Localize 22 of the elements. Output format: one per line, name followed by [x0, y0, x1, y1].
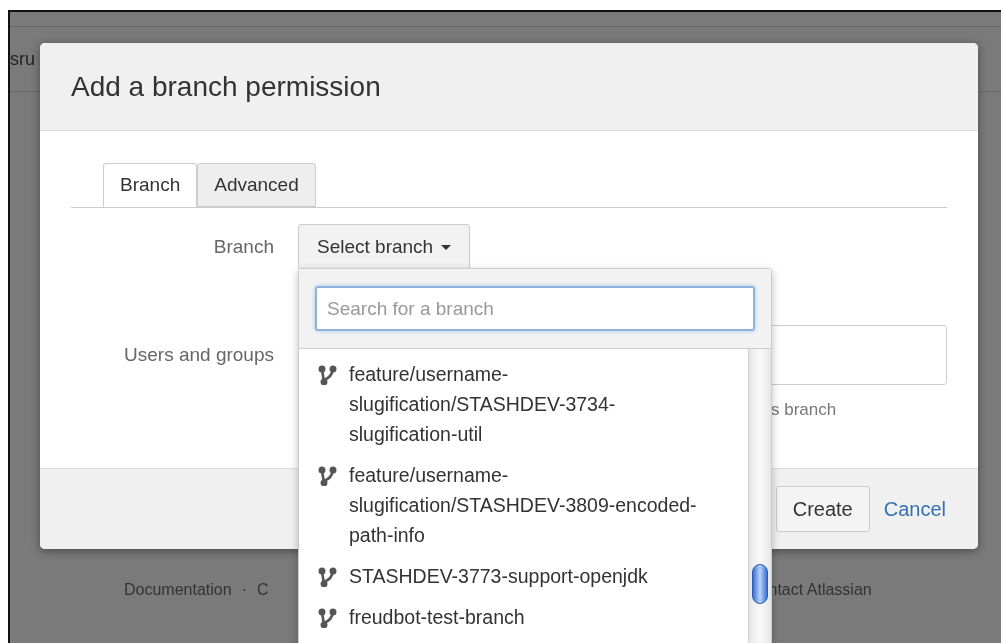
header-text: sru — [10, 48, 35, 70]
branch-icon — [317, 608, 337, 628]
branch-item[interactable]: STASHDEV-3773-support-openjdk — [317, 561, 748, 591]
branch-icon — [317, 365, 337, 385]
tab[interactable]: Advanced — [197, 163, 316, 207]
branch-item[interactable]: freudbot-test-branch — [317, 602, 748, 632]
field-label: Branch — [212, 236, 275, 258]
search-field[interactable]: Search for a branch — [315, 286, 755, 331]
scrollbar[interactable] — [748, 349, 771, 643]
create-button[interactable]: Create — [775, 486, 870, 532]
caret-icon — [441, 244, 452, 250]
branch-item[interactable]: feature/username-slugification/STASHDEV-3734-slugification-util — [317, 359, 748, 449]
branch-icon — [317, 567, 337, 587]
dialog-title: Add a branch permission — [71, 70, 381, 103]
tab[interactable]: Branch — [103, 163, 198, 207]
field-label: Users and groups — [123, 344, 275, 366]
select-branch-button[interactable]: Select branch — [298, 224, 471, 270]
field-hint: s branch — [771, 400, 837, 419]
cancel-link[interactable]: Cancel — [879, 497, 950, 521]
branch-item[interactable]: feature/username-slugification/STASHDEV-3809-encoded-path-info — [317, 460, 748, 550]
separator-dot: · — [241, 581, 247, 599]
branch-icon — [317, 466, 337, 486]
